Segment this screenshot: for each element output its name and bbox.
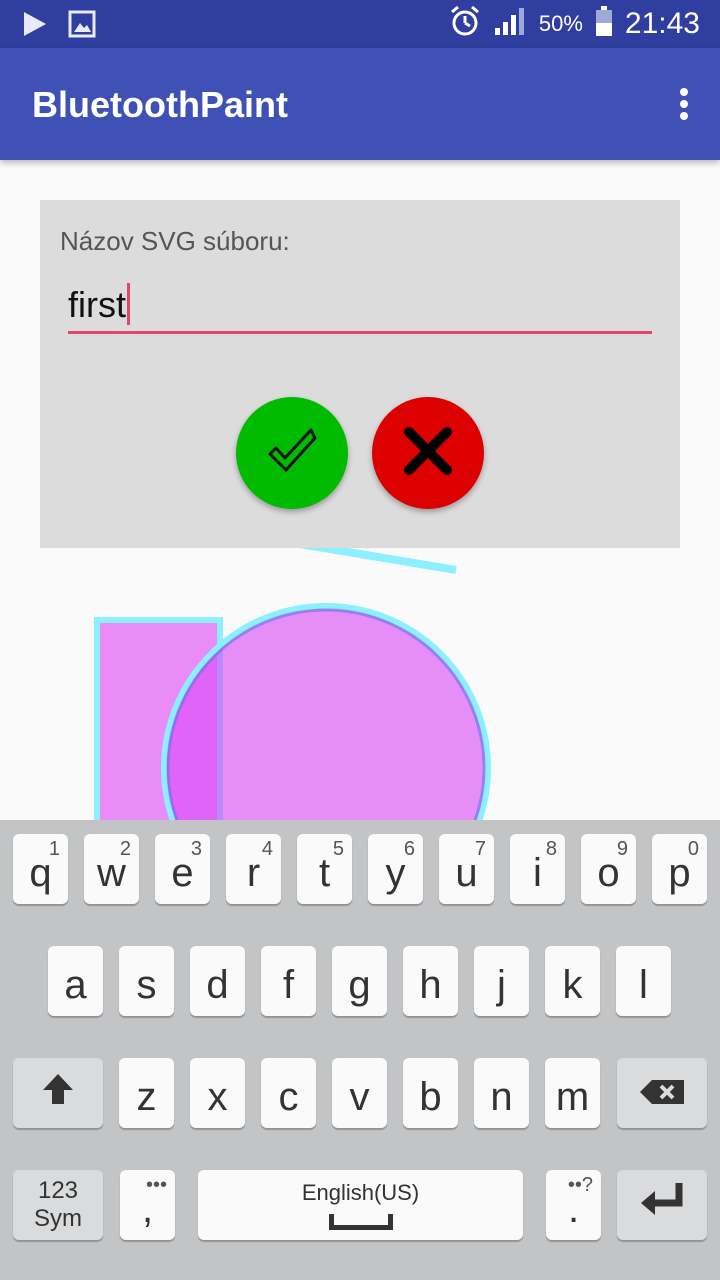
key-i[interactable]: 8i bbox=[510, 834, 565, 904]
enter-key[interactable] bbox=[617, 1170, 707, 1240]
battery-percent: 50% bbox=[538, 11, 583, 36]
soft-keyboard: 1q 2w 3e 4r 5t 6y 7u 8i 9o 0p a s d f g … bbox=[0, 820, 720, 1280]
app-bar: BluetoothPaint bbox=[0, 48, 720, 160]
cancel-button[interactable] bbox=[372, 397, 484, 509]
space-key[interactable]: English(US) bbox=[198, 1170, 523, 1240]
backspace-icon bbox=[638, 1071, 686, 1116]
key-b[interactable]: b bbox=[403, 1058, 458, 1128]
space-bar-icon bbox=[328, 1214, 393, 1230]
key-d[interactable]: d bbox=[190, 946, 245, 1016]
key-o[interactable]: 9o bbox=[581, 834, 636, 904]
key-a[interactable]: a bbox=[48, 946, 103, 1016]
key-s[interactable]: s bbox=[119, 946, 174, 1016]
key-c[interactable]: c bbox=[261, 1058, 316, 1128]
key-v[interactable]: v bbox=[332, 1058, 387, 1128]
confirm-button[interactable] bbox=[236, 397, 348, 509]
key-w[interactable]: 2w bbox=[84, 834, 139, 904]
status-bar: 50% 21:43 bbox=[0, 0, 720, 48]
backspace-key[interactable] bbox=[617, 1058, 707, 1128]
key-g[interactable]: g bbox=[332, 946, 387, 1016]
comma-key[interactable]: •••, bbox=[120, 1170, 175, 1240]
period-key[interactable]: ••?. bbox=[546, 1170, 601, 1240]
battery-icon bbox=[595, 5, 613, 44]
shift-icon bbox=[41, 1071, 75, 1116]
key-x[interactable]: x bbox=[190, 1058, 245, 1128]
clock: 21:43 bbox=[624, 7, 700, 40]
filename-value: first bbox=[68, 284, 126, 325]
key-e[interactable]: 3e bbox=[155, 834, 210, 904]
key-f[interactable]: f bbox=[261, 946, 316, 1016]
enter-icon bbox=[639, 1181, 685, 1229]
alarm-icon bbox=[449, 5, 481, 44]
key-j[interactable]: j bbox=[474, 946, 529, 1016]
app-title: BluetoothPaint bbox=[32, 84, 288, 125]
key-q[interactable]: 1q bbox=[13, 834, 68, 904]
save-svg-dialog: Názov SVG súboru: first bbox=[40, 200, 680, 548]
filename-label: Názov SVG súboru: bbox=[60, 226, 290, 256]
image-icon bbox=[68, 10, 96, 43]
text-caret bbox=[127, 283, 130, 326]
key-y[interactable]: 6y bbox=[368, 834, 423, 904]
play-icon bbox=[22, 10, 48, 43]
key-n[interactable]: n bbox=[474, 1058, 529, 1128]
key-h[interactable]: h bbox=[403, 946, 458, 1016]
key-r[interactable]: 4r bbox=[226, 834, 281, 904]
key-l[interactable]: l bbox=[616, 946, 671, 1016]
key-p[interactable]: 0p bbox=[652, 834, 707, 904]
more-vert-icon[interactable] bbox=[668, 82, 700, 126]
key-m[interactable]: m bbox=[545, 1058, 600, 1128]
shift-key[interactable] bbox=[13, 1058, 103, 1128]
key-k[interactable]: k bbox=[545, 946, 600, 1016]
checkmark-icon bbox=[265, 424, 319, 483]
screen: 50% 21:43 BluetoothPaint Názov SVG súbor… bbox=[0, 0, 720, 1280]
filename-input[interactable]: first bbox=[68, 280, 652, 334]
signal-icon bbox=[493, 6, 527, 43]
key-z[interactable]: z bbox=[119, 1058, 174, 1128]
key-t[interactable]: 5t bbox=[297, 834, 352, 904]
space-language-label: English(US) bbox=[301, 1180, 420, 1205]
close-icon bbox=[403, 426, 453, 481]
symbols-key[interactable]: 123 Sym bbox=[13, 1170, 103, 1240]
key-u[interactable]: 7u bbox=[439, 834, 494, 904]
